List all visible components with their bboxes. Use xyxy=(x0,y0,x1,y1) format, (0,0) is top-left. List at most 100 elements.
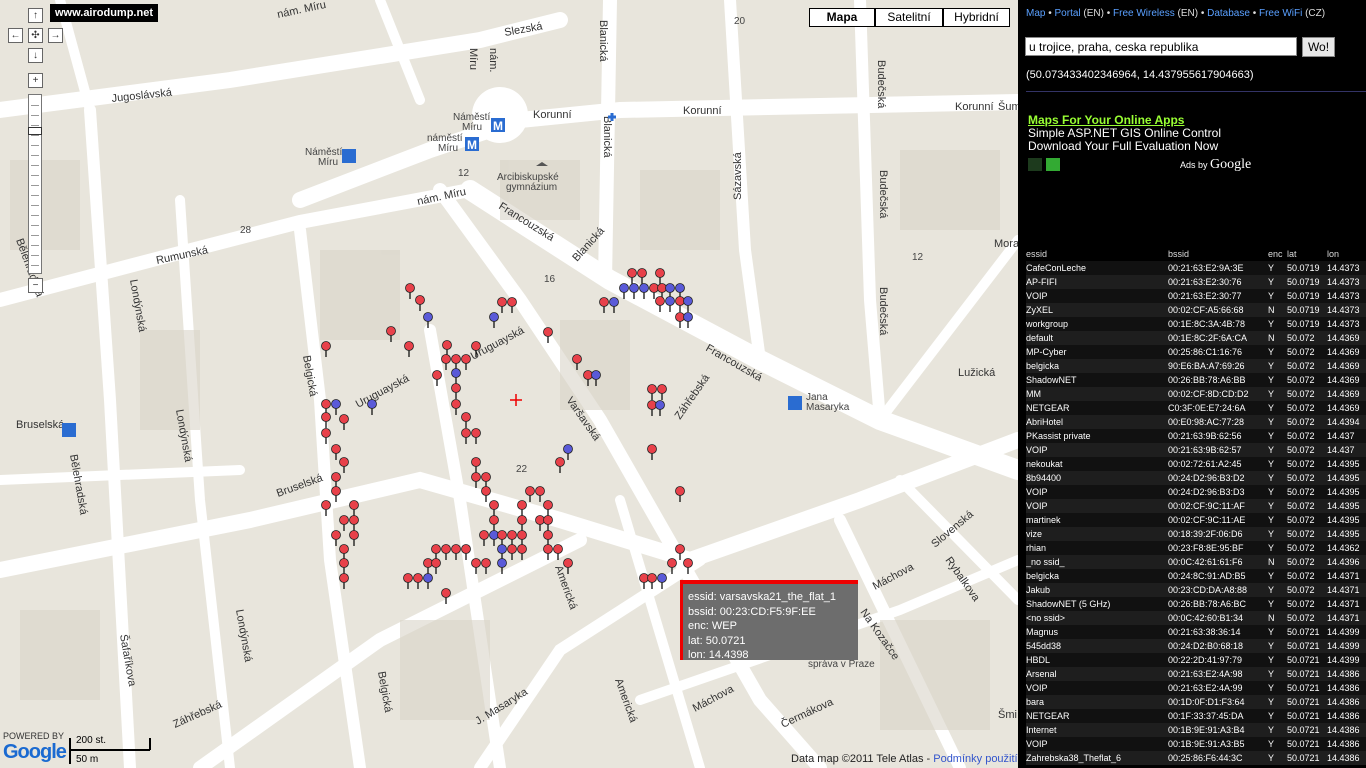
terms-link[interactable]: Podmínky použití xyxy=(933,753,1017,765)
open-network-marker-icon[interactable] xyxy=(451,399,461,415)
table-row[interactable]: workgroup 00:1E:8C:3A:4B:78 Y 50.0719 14.437… xyxy=(1026,317,1366,331)
open-network-marker-icon[interactable] xyxy=(349,500,359,516)
table-row[interactable]: default 00:1E:8C:2F:6A:CA N 50.072 14.4369 xyxy=(1026,331,1366,345)
open-network-marker-icon[interactable] xyxy=(461,544,471,560)
open-network-marker-icon[interactable] xyxy=(432,370,442,386)
column-header-essid[interactable]: essid xyxy=(1026,247,1168,261)
open-network-marker-icon[interactable] xyxy=(489,515,499,531)
open-network-marker-icon[interactable] xyxy=(667,558,677,574)
secure-network-marker-icon[interactable] xyxy=(423,573,433,589)
open-network-marker-icon[interactable] xyxy=(489,500,499,516)
top-link[interactable]: Portal xyxy=(1055,8,1081,19)
open-network-marker-icon[interactable] xyxy=(403,573,413,589)
secure-network-marker-icon[interactable] xyxy=(683,312,693,328)
open-network-marker-icon[interactable] xyxy=(655,296,665,312)
zoom-in-button[interactable]: + xyxy=(28,73,43,88)
secure-network-marker-icon[interactable] xyxy=(367,399,377,415)
open-network-marker-icon[interactable] xyxy=(404,341,414,357)
table-row[interactable]: PKassist private 00:21:63:9B:62:56 Y 50.072… xyxy=(1026,429,1366,443)
secure-network-marker-icon[interactable] xyxy=(619,283,629,299)
table-row[interactable]: AbriHotel 00:E0:98:AC:77:28 Y 50.072 14.4394 xyxy=(1026,415,1366,429)
top-link[interactable]: Database xyxy=(1207,8,1250,19)
open-network-marker-icon[interactable] xyxy=(331,486,341,502)
table-row[interactable]: ShadowNET (5 GHz) 00:26:BB:78:A6:BC Y 50.07… xyxy=(1026,597,1366,611)
table-row[interactable]: VOIP 00:02:CF:9C:11:AF Y 50.072 14.4395 xyxy=(1026,499,1366,513)
table-row[interactable]: 545dd38 00:24:D2:B0:68:18 Y 50.0721 14.4399 xyxy=(1026,639,1366,653)
top-link[interactable]: Map xyxy=(1026,8,1045,19)
open-network-marker-icon[interactable] xyxy=(471,558,481,574)
zoom-out-button[interactable]: − xyxy=(28,278,43,293)
open-network-marker-icon[interactable] xyxy=(339,457,349,473)
open-network-marker-icon[interactable] xyxy=(479,530,489,546)
open-network-marker-icon[interactable] xyxy=(599,297,609,313)
open-network-marker-icon[interactable] xyxy=(321,341,331,357)
table-row[interactable]: <no ssid> 00:0C:42:60:B1:34 N 50.072 14.4371 xyxy=(1026,611,1366,625)
open-network-marker-icon[interactable] xyxy=(517,500,527,516)
open-network-marker-icon[interactable] xyxy=(339,573,349,589)
secure-network-marker-icon[interactable] xyxy=(451,368,461,384)
open-network-marker-icon[interactable] xyxy=(471,428,481,444)
secure-network-marker-icon[interactable] xyxy=(639,283,649,299)
open-network-marker-icon[interactable] xyxy=(441,544,451,560)
zoom-slider[interactable] xyxy=(28,94,42,274)
open-network-marker-icon[interactable] xyxy=(507,544,517,560)
table-row[interactable]: ShadowNET 00:26:BB:78:A6:BB Y 50.072 14.4369 xyxy=(1026,373,1366,387)
secure-network-marker-icon[interactable] xyxy=(665,296,675,312)
pan-down-button[interactable]: ↓ xyxy=(28,48,43,63)
open-network-marker-icon[interactable] xyxy=(451,383,461,399)
table-row[interactable]: Arsenal 00:21:63:E2:4A:98 Y 50.0721 14.4386 xyxy=(1026,667,1366,681)
open-network-marker-icon[interactable] xyxy=(405,283,415,299)
open-network-marker-icon[interactable] xyxy=(461,412,471,428)
table-row[interactable]: rhian 00:23:F8:8E:95:BF Y 50.072 14.4362 xyxy=(1026,541,1366,555)
pan-center-button[interactable]: ✣ xyxy=(28,28,43,43)
secure-network-marker-icon[interactable] xyxy=(423,312,433,328)
google-logo[interactable]: POWERED BY Google xyxy=(3,731,67,764)
secure-network-marker-icon[interactable] xyxy=(497,558,507,574)
pan-left-button[interactable]: ← xyxy=(8,28,23,43)
open-network-marker-icon[interactable] xyxy=(675,486,685,502)
open-network-marker-icon[interactable] xyxy=(657,384,667,400)
open-network-marker-icon[interactable] xyxy=(349,515,359,531)
pan-right-button[interactable]: → xyxy=(48,28,63,43)
pan-up-button[interactable]: ↑ xyxy=(28,8,43,23)
open-network-marker-icon[interactable] xyxy=(655,268,665,284)
map-canvas[interactable]: nám. Míru nám. Míru nám. Míru Jugoslávsk… xyxy=(0,0,1018,768)
open-network-marker-icon[interactable] xyxy=(431,558,441,574)
table-row[interactable]: VOIP 00:1B:9E:91:A3:B5 Y 50.0721 14.4386 xyxy=(1026,737,1366,751)
top-link[interactable]: Free Wireless xyxy=(1113,8,1175,19)
map-type-hybridni[interactable]: Hybridní xyxy=(943,8,1010,27)
table-row[interactable]: belgicka 90:E6:BA:A7:69:26 Y 50.072 14.4369 xyxy=(1026,359,1366,373)
open-network-marker-icon[interactable] xyxy=(339,414,349,430)
table-row[interactable]: martinek 00:02:CF:9C:11:AE Y 50.072 14.4395 xyxy=(1026,513,1366,527)
open-network-marker-icon[interactable] xyxy=(543,327,553,343)
open-network-marker-icon[interactable] xyxy=(563,558,573,574)
table-row[interactable]: _no ssid_ 00:0C:42:61:61:F6 N 50.072 14.4396 xyxy=(1026,555,1366,569)
secure-network-marker-icon[interactable] xyxy=(629,283,639,299)
table-row[interactable]: nekoukat 00:02:72:61:A2:45 Y 50.072 14.4395 xyxy=(1026,457,1366,471)
column-header-bssid[interactable]: bssid xyxy=(1168,247,1268,261)
open-network-marker-icon[interactable] xyxy=(321,428,331,444)
open-network-marker-icon[interactable] xyxy=(349,530,359,546)
secure-network-marker-icon[interactable] xyxy=(609,297,619,313)
open-network-marker-icon[interactable] xyxy=(441,354,451,370)
open-network-marker-icon[interactable] xyxy=(647,444,657,460)
table-row[interactable]: VOIP 00:24:D2:96:B3:D3 Y 50.072 14.4395 xyxy=(1026,485,1366,499)
open-network-marker-icon[interactable] xyxy=(572,354,582,370)
open-network-marker-icon[interactable] xyxy=(415,295,425,311)
ads-by-google[interactable]: Ads by Google xyxy=(1180,157,1251,173)
secure-network-marker-icon[interactable] xyxy=(683,296,693,312)
open-network-marker-icon[interactable] xyxy=(321,412,331,428)
ad-prev-icon[interactable] xyxy=(1028,158,1042,171)
table-row[interactable]: belgicka 00:24:8C:91:AD:B5 Y 50.072 14.4371 xyxy=(1026,569,1366,583)
open-network-marker-icon[interactable] xyxy=(451,544,461,560)
table-row[interactable]: NETGEAR C0:3F:0E:E7:24:6A Y 50.072 14.4369 xyxy=(1026,401,1366,415)
open-network-marker-icon[interactable] xyxy=(637,268,647,284)
column-header-lon[interactable]: lon xyxy=(1327,247,1366,261)
search-button[interactable]: Wo! xyxy=(1302,37,1335,57)
secure-network-marker-icon[interactable] xyxy=(655,400,665,416)
open-network-marker-icon[interactable] xyxy=(543,544,553,560)
table-row[interactable]: MM 00:02:CF:8D:CD:D2 Y 50.072 14.4369 xyxy=(1026,387,1366,401)
site-tag[interactable]: www.airodump.net xyxy=(50,4,158,22)
open-network-marker-icon[interactable] xyxy=(627,268,637,284)
open-network-marker-icon[interactable] xyxy=(461,428,471,444)
